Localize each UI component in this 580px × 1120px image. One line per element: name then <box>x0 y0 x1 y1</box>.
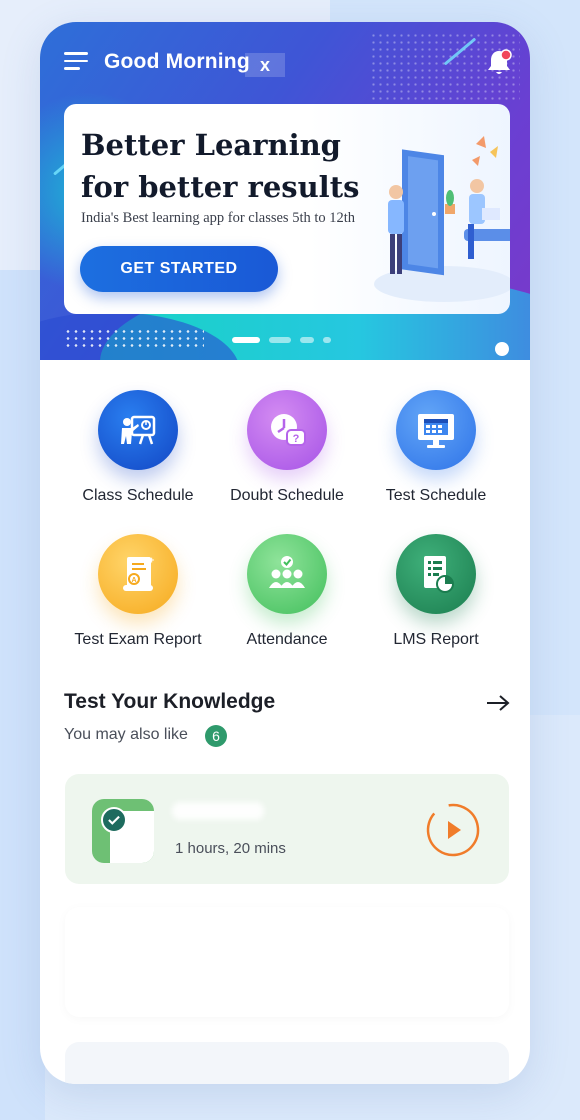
quick-action-label: LMS Report <box>393 631 479 648</box>
quick-action-test-exam-report[interactable]: A + Test Exam Report <box>63 534 213 649</box>
clock-question-icon: ? <box>271 414 306 446</box>
close-button[interactable]: x <box>245 53 285 77</box>
checkmark-icon <box>101 807 127 833</box>
hero-header: Good Morning x Better Learning for bette… <box>40 22 530 360</box>
quiz-card[interactable]: 1 hours, 20 mins <box>65 774 509 884</box>
quiz-card-placeholder[interactable] <box>65 907 509 1017</box>
get-started-button[interactable]: GET STARTED <box>80 246 278 292</box>
svg-text:?: ? <box>293 433 300 445</box>
quiz-duration: 1 hours, 20 mins <box>175 840 286 857</box>
section-title: Test Your Knowledge <box>64 690 276 713</box>
quiz-title-redacted <box>172 802 264 820</box>
attendance-button[interactable] <box>247 534 327 614</box>
test-exam-report-button[interactable]: A + <box>98 534 178 614</box>
decor-dot <box>495 342 509 356</box>
banner-title-line: for better results <box>81 170 360 204</box>
banner-subtitle: India's Best learning app for classes 5t… <box>81 210 356 226</box>
quick-action-label: Doubt Schedule <box>230 487 344 504</box>
svg-text:+: + <box>149 555 154 565</box>
report-chart-icon <box>424 556 454 593</box>
pager-dot[interactable] <box>232 337 260 343</box>
test-schedule-button[interactable] <box>396 390 476 470</box>
quiz-thumbnail <box>92 799 154 863</box>
phone-screen: Good Morning x Better Learning for bette… <box>40 22 530 1084</box>
banner-title-line: Better Learning <box>81 128 341 162</box>
quick-action-doubt-schedule[interactable]: ? Doubt Schedule <box>212 390 362 505</box>
pager-dot[interactable] <box>269 337 291 343</box>
quick-action-label: Test Exam Report <box>74 631 202 648</box>
quick-action-label: Class Schedule <box>82 487 194 504</box>
class-schedule-button[interactable] <box>98 390 178 470</box>
count-badge: 6 <box>205 725 227 747</box>
promo-banner[interactable]: Better Learning for better results India… <box>64 104 510 314</box>
quick-action-lms-report[interactable]: LMS Report <box>361 534 511 649</box>
decor-dots <box>64 328 204 350</box>
monitor-calendar-icon <box>418 414 454 448</box>
quick-action-test-schedule[interactable]: Test Schedule <box>361 390 511 505</box>
banner-pager <box>232 337 331 343</box>
notification-bell-icon[interactable] <box>486 48 512 76</box>
quick-action-label: Test Schedule <box>385 487 487 504</box>
banner-title: Better Learning for better results <box>81 124 381 208</box>
hamburger-menu-icon[interactable] <box>64 52 88 72</box>
quick-action-attendance[interactable]: Attendance <box>212 534 362 649</box>
lms-report-button[interactable] <box>396 534 476 614</box>
certificate-icon: A + <box>123 555 154 591</box>
background-panel <box>0 270 45 1120</box>
learning-illustration-icon <box>374 136 510 302</box>
group-check-icon <box>269 556 305 588</box>
section-subtitle: You may also like <box>64 726 188 743</box>
pager-dot[interactable] <box>323 337 331 343</box>
play-icon[interactable] <box>424 801 482 859</box>
greeting-text: Good Morning <box>104 50 250 73</box>
svg-text:A: A <box>131 577 136 584</box>
arrow-right-icon[interactable] <box>485 692 511 714</box>
quick-action-class-schedule[interactable]: Class Schedule <box>63 390 213 505</box>
quiz-card-placeholder[interactable] <box>65 1042 509 1084</box>
quick-action-label: Attendance <box>246 631 328 648</box>
doubt-schedule-button[interactable]: ? <box>247 390 327 470</box>
pager-dot[interactable] <box>300 337 314 343</box>
presentation-icon <box>121 415 156 445</box>
